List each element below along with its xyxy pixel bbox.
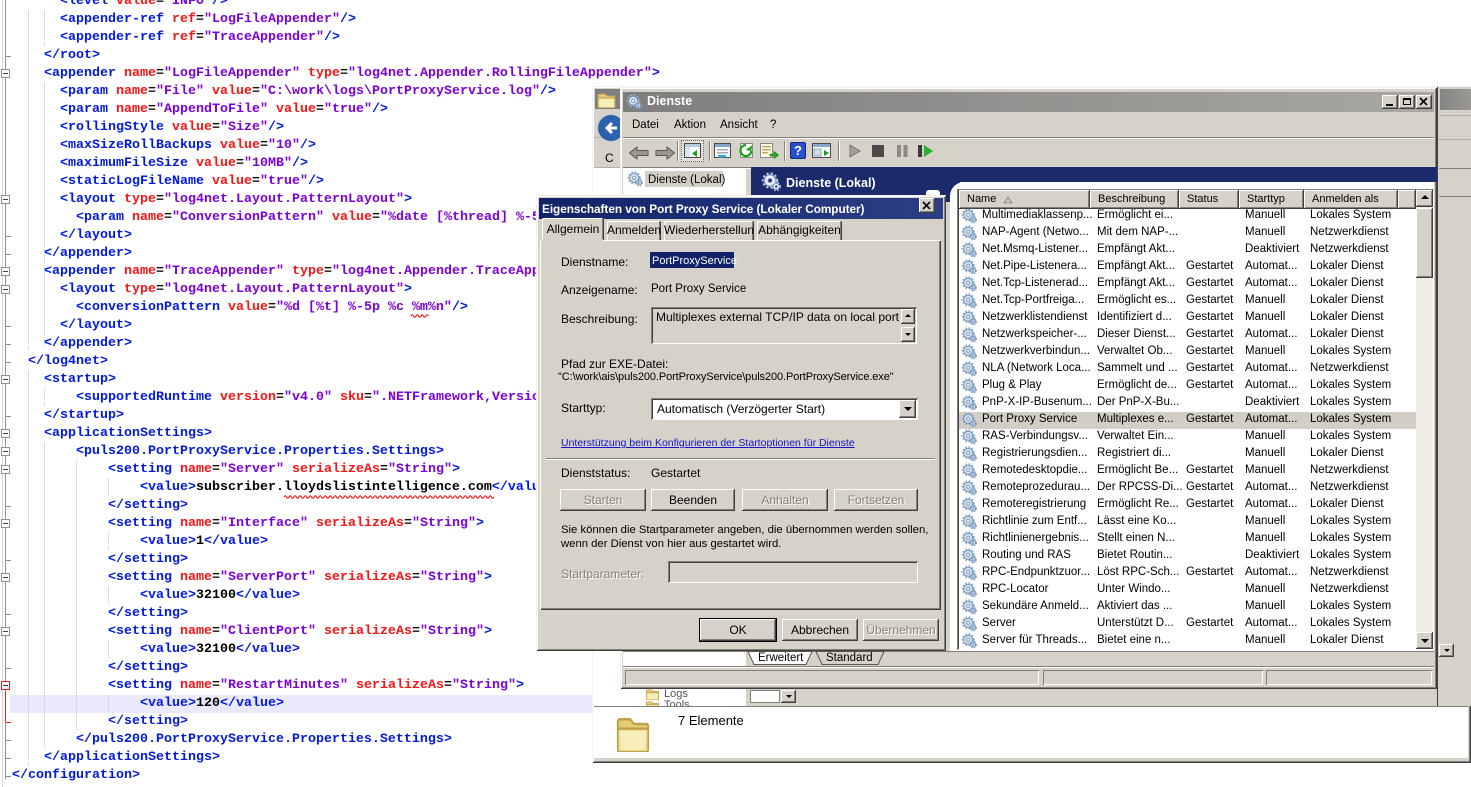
svg-text:?: ? — [794, 143, 802, 158]
